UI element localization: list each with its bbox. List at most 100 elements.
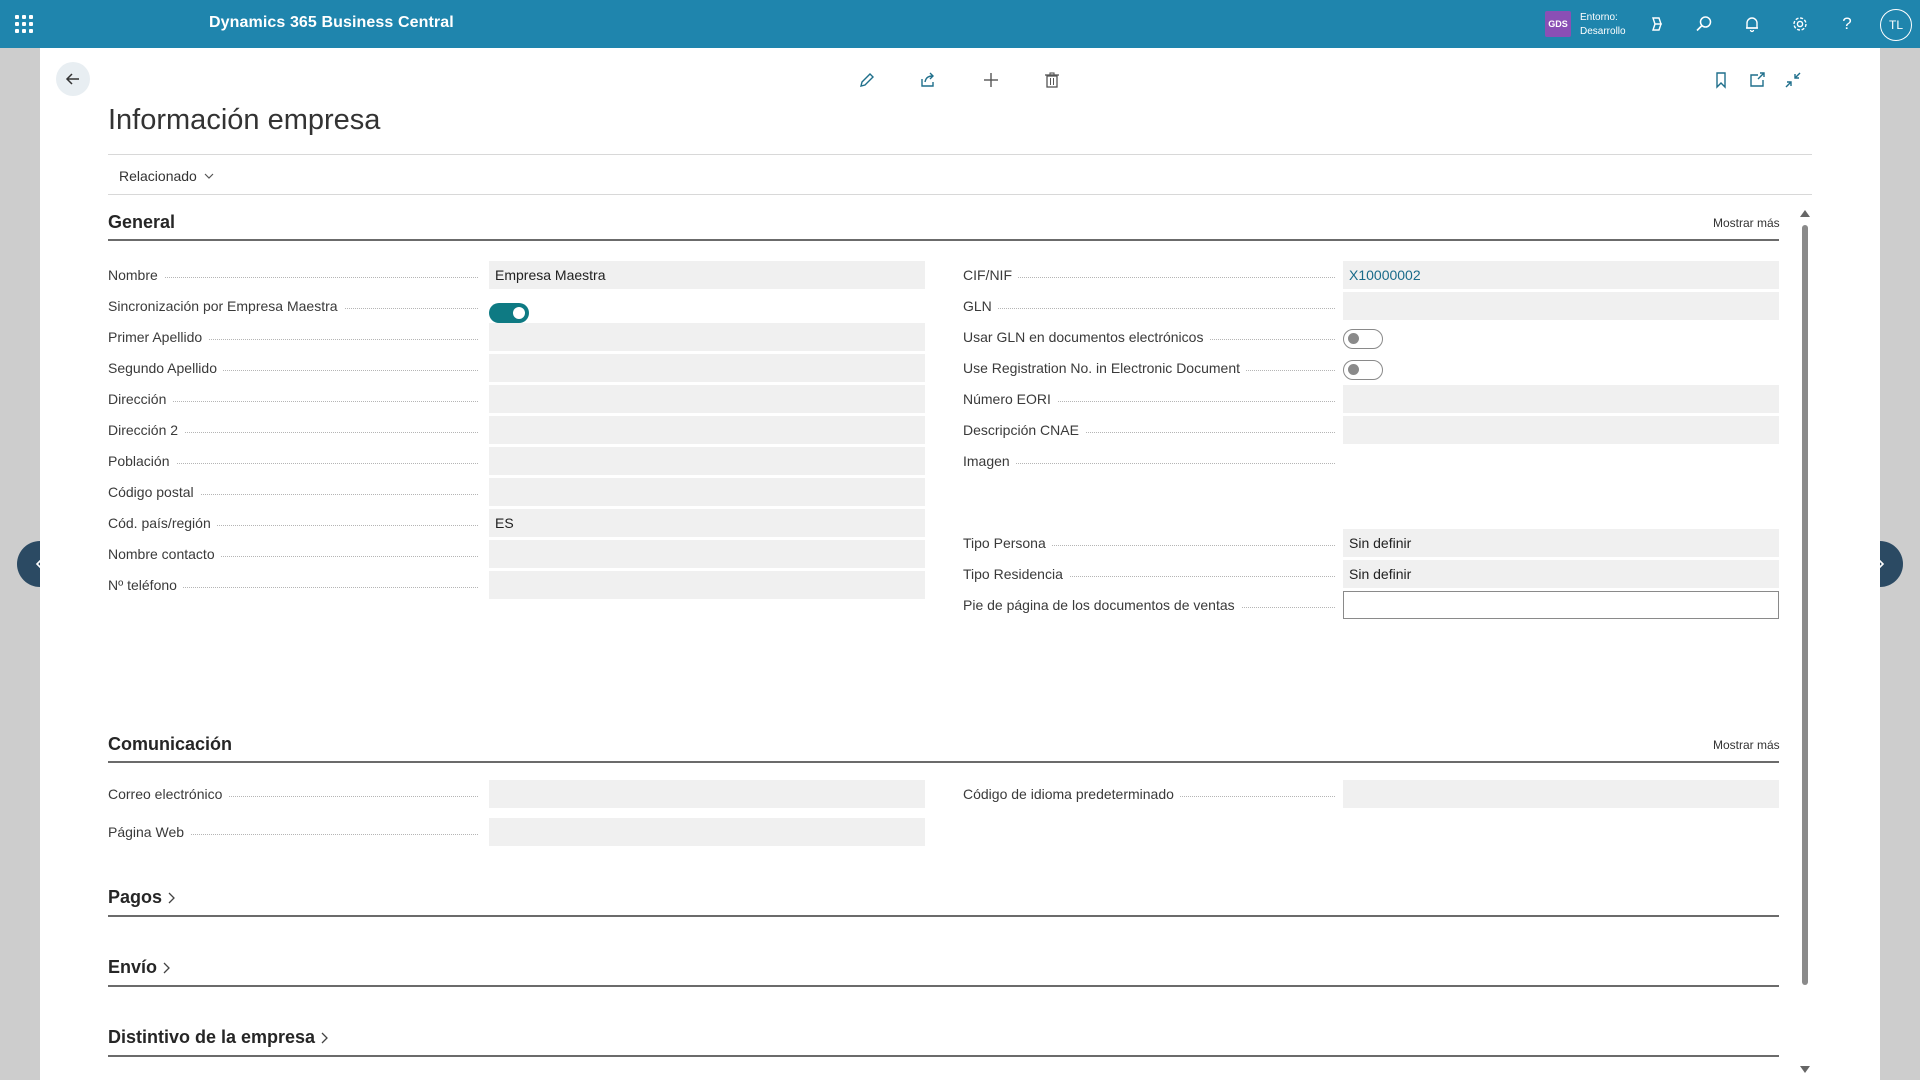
help-icon[interactable]: ? (1835, 12, 1859, 36)
divider (108, 194, 1812, 195)
field-label: Descripción CNAE (963, 422, 1085, 438)
chevron-right-icon (321, 1032, 328, 1043)
field-website: Página Web (108, 818, 478, 846)
search-icon[interactable] (1692, 12, 1716, 36)
collapse-button[interactable] (1781, 68, 1805, 92)
field-gln: GLN (963, 292, 1335, 320)
page-panel: Información empresa Relacionado General … (40, 48, 1880, 1080)
back-button[interactable] (56, 62, 90, 96)
section-communication-title[interactable]: Comunicación (108, 734, 232, 755)
copilot-icon[interactable] (1645, 12, 1669, 36)
cnae-description-input[interactable] (1343, 416, 1779, 444)
section-company-branding[interactable]: Distintivo de la empresa (108, 1027, 329, 1048)
field-label: Segundo Apellido (108, 360, 223, 376)
scroll-up-arrow-icon[interactable] (1800, 210, 1810, 217)
field-country-region: Cód. país/región (108, 509, 478, 537)
use-registration-no-toggle[interactable] (1343, 360, 1383, 380)
related-menu-label: Relacionado (119, 168, 197, 184)
field-sync-master-company: Sincronización por Empresa Maestra (108, 292, 478, 320)
gln-input[interactable] (1343, 292, 1779, 320)
scrollbar[interactable] (1799, 208, 1810, 1080)
website-input[interactable] (489, 818, 925, 846)
bookmark-icon (1716, 72, 1726, 89)
trash-icon (1045, 72, 1059, 88)
city-input[interactable] (489, 447, 925, 475)
field-label: Dirección 2 (108, 422, 185, 438)
chevron-right-icon (163, 962, 170, 973)
field-label: Use Registration No. in Electronic Docum… (963, 360, 1247, 376)
use-gln-edocs-toggle[interactable] (1343, 329, 1383, 349)
general-show-more-link[interactable]: Mostrar más (1713, 216, 1780, 230)
user-avatar[interactable]: TL (1880, 9, 1912, 41)
scroll-down-arrow-icon[interactable] (1800, 1066, 1810, 1073)
field-label: Tipo Persona (963, 535, 1052, 551)
plus-icon (984, 73, 998, 87)
settings-gear-icon[interactable] (1788, 12, 1812, 36)
field-postal-code: Código postal (108, 478, 478, 506)
field-use-gln-edocs: Usar GLN en documentos electrónicos (963, 323, 1335, 351)
eori-number-input[interactable] (1343, 385, 1779, 413)
second-surname-input[interactable] (489, 354, 925, 382)
environment-info[interactable]: Entorno: Desarrollo (1580, 11, 1626, 39)
contact-name-input[interactable] (489, 540, 925, 568)
default-language-input[interactable] (1343, 780, 1779, 808)
section-payments[interactable]: Pagos (108, 887, 176, 908)
field-email: Correo electrónico (108, 780, 478, 808)
field-label: Imagen (963, 453, 1016, 469)
section-divider (108, 761, 1779, 763)
app-title[interactable]: Dynamics 365 Business Central (209, 14, 454, 32)
top-bar: Dynamics 365 Business Central GDS Entorn… (0, 0, 1920, 48)
related-menu[interactable]: Relacionado (119, 168, 215, 184)
field-label: Primer Apellido (108, 329, 209, 345)
phone-input[interactable] (489, 571, 925, 599)
field-label: Usar GLN en documentos electrónicos (963, 329, 1210, 345)
field-label: Nombre contacto (108, 546, 221, 562)
chevron-right-icon (168, 892, 175, 903)
field-use-registration-no: Use Registration No. in Electronic Docum… (963, 354, 1335, 382)
section-divider (108, 239, 1779, 241)
address-2-input[interactable] (489, 416, 925, 444)
country-region-input[interactable]: ES (489, 509, 925, 537)
edit-button[interactable] (855, 68, 879, 92)
field-first-surname: Primer Apellido (108, 323, 478, 351)
environment-badge[interactable]: GDS (1545, 11, 1571, 37)
section-general-title[interactable]: General (108, 212, 175, 233)
share-icon (921, 72, 934, 87)
name-input[interactable]: Empresa Maestra (489, 261, 925, 289)
field-label: Nº teléfono (108, 577, 183, 593)
communication-show-more-link[interactable]: Mostrar más (1713, 738, 1780, 752)
app-launcher-icon[interactable] (12, 12, 36, 36)
section-divider (108, 985, 1779, 987)
vat-id-input[interactable]: X10000002 (1343, 261, 1779, 289)
section-shipping[interactable]: Envío (108, 957, 171, 978)
sales-doc-footer-input[interactable] (1343, 591, 1779, 619)
field-vat-id: CIF/NIF (963, 261, 1335, 289)
field-phone: Nº teléfono (108, 571, 478, 599)
field-eori-number: Número EORI (963, 385, 1335, 413)
open-new-window-button[interactable] (1745, 68, 1769, 92)
residence-type-select[interactable]: Sin definir (1343, 560, 1779, 588)
notifications-bell-icon[interactable] (1740, 12, 1764, 36)
share-button[interactable] (916, 68, 940, 92)
sync-master-company-toggle[interactable] (489, 303, 529, 323)
postal-code-input[interactable] (489, 478, 925, 506)
first-surname-input[interactable] (489, 323, 925, 351)
environment-label: Entorno: (1580, 12, 1618, 23)
field-label: Dirección (108, 391, 173, 407)
email-input[interactable] (489, 780, 925, 808)
open-in-new-window-icon (1750, 72, 1765, 87)
collapse-arrows-icon (1785, 72, 1801, 88)
new-record-button[interactable] (979, 68, 1003, 92)
address-input[interactable] (489, 385, 925, 413)
environment-name: Desarrollo (1580, 26, 1626, 37)
person-type-select[interactable]: Sin definir (1343, 529, 1779, 557)
page-title: Información empresa (108, 104, 381, 136)
delete-button[interactable] (1040, 68, 1064, 92)
field-cnae-description: Descripción CNAE (963, 416, 1335, 444)
divider (108, 154, 1812, 155)
section-divider (108, 915, 1779, 917)
field-label: Nombre (108, 267, 164, 283)
scrollbar-thumb[interactable] (1802, 225, 1808, 985)
bookmark-button[interactable] (1709, 68, 1733, 92)
field-name: Nombre (108, 261, 478, 289)
